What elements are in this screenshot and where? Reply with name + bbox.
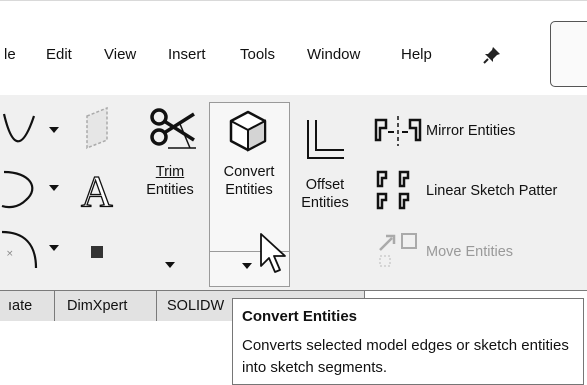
trim-label-line2: Entities (146, 182, 194, 198)
arc-dropdown[interactable] (49, 245, 59, 251)
menu-view[interactable]: View (104, 46, 136, 63)
arc-icon[interactable]: × (0, 226, 45, 274)
tab-dimxpert-label: DimXpert (67, 298, 128, 314)
menu-edit[interactable]: Edit (46, 46, 72, 63)
convert-label-line1: Convert (223, 164, 275, 180)
tooltip-title: Convert Entities (242, 308, 358, 325)
svg-text:A: A (81, 167, 113, 216)
mirror-icon[interactable] (374, 116, 422, 146)
trim-label-line1: Trim (155, 164, 185, 180)
move-entities-label: Move Entities (426, 244, 514, 260)
trim-entities-button[interactable]: Trim Entities (138, 163, 202, 199)
convert-label-line2: Entities (225, 182, 273, 198)
scissors-icon (150, 108, 196, 149)
menu-help[interactable]: Help (401, 46, 432, 63)
tab-evaluate[interactable]: ıate (0, 291, 55, 321)
tab-dimxpert[interactable]: DimXpert (55, 291, 157, 321)
text-tool-icon[interactable]: A (77, 166, 121, 216)
menu-insert[interactable]: Insert (168, 46, 206, 63)
ellipse-dropdown[interactable] (49, 185, 59, 191)
menu-bar: le Edit View Insert Tools Window Help (0, 0, 587, 96)
offset-label-line2: Entities (301, 195, 349, 211)
linear-sketch-pattern-label[interactable]: Linear Sketch Patter (426, 183, 557, 199)
new-document-icon[interactable] (550, 21, 587, 87)
offset-icon (307, 120, 344, 159)
menu-window[interactable]: Window (307, 46, 360, 63)
menu-file[interactable]: le (4, 46, 16, 63)
convert-entities-label: Convert Entities (209, 163, 289, 199)
mouse-cursor-icon (260, 233, 286, 273)
trim-dropdown[interactable] (165, 262, 175, 268)
tooltip: Convert Entities Converts selected model… (232, 298, 584, 385)
svg-text:×: × (6, 249, 14, 259)
point-icon[interactable] (91, 246, 103, 258)
menu-tools[interactable]: Tools (240, 46, 275, 63)
spline-dropdown[interactable] (49, 127, 59, 133)
offset-entities-button[interactable]: Offset Entities (292, 176, 358, 212)
ellipse-icon[interactable] (0, 166, 45, 214)
pin-icon[interactable] (482, 45, 502, 65)
tab-evaluate-label: ıate (8, 298, 33, 314)
cube-icon (229, 110, 267, 152)
linear-pattern-icon[interactable] (376, 170, 420, 214)
convert-dropdown[interactable] (242, 263, 252, 269)
tab-solidworks-label: SOLIDW (167, 298, 225, 314)
tooltip-description: Converts selected model edges or sketch … (242, 337, 569, 376)
mirror-entities-label[interactable]: Mirror Entities (426, 123, 515, 139)
spline-icon[interactable] (0, 108, 45, 156)
move-icon (379, 233, 417, 267)
offset-label-line1: Offset (305, 177, 345, 193)
sketch-plane-icon[interactable] (79, 106, 119, 152)
